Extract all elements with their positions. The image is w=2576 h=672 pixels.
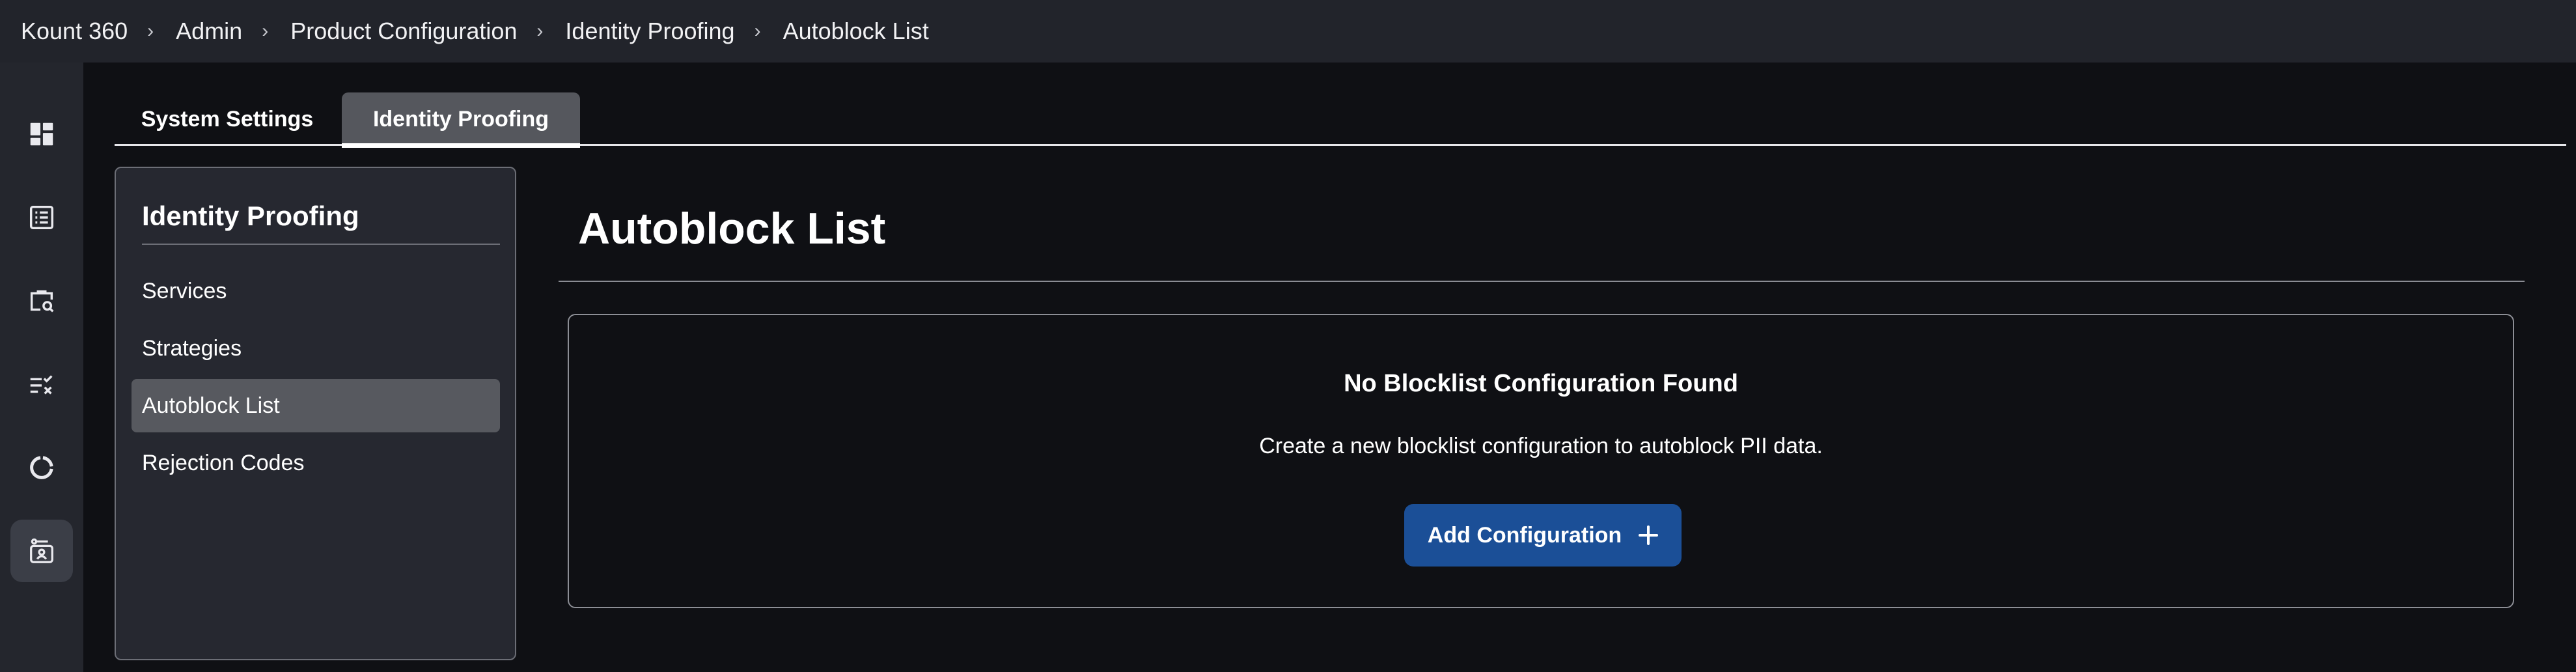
- rail-item-identity-proofing[interactable]: [10, 520, 73, 582]
- side-item-rejection-codes[interactable]: Rejection Codes: [132, 436, 500, 490]
- settings-tabs: System Settings Identity Proofing: [115, 92, 2566, 148]
- add-configuration-button[interactable]: Add Configuration: [1404, 504, 1682, 567]
- empty-state-description: Create a new blocklist configuration to …: [1259, 434, 1823, 458]
- breadcrumb-separator: ›: [147, 20, 154, 42]
- breadcrumb-item-autoblock-list: Autoblock List: [782, 18, 929, 44]
- tab-identity-proofing[interactable]: Identity Proofing: [342, 92, 580, 148]
- rail-item-progress[interactable]: [10, 436, 73, 499]
- side-panel: Identity Proofing Services Strategies Au…: [115, 167, 516, 660]
- side-item-services[interactable]: Services: [132, 264, 500, 318]
- breadcrumb-separator: ›: [754, 20, 761, 42]
- side-panel-title: Identity Proofing: [142, 201, 359, 231]
- title-divider: [559, 281, 2525, 282]
- progress-ring-icon: [30, 456, 53, 479]
- side-item-strategies[interactable]: Strategies: [132, 322, 500, 375]
- briefcase-search-icon: [30, 290, 54, 313]
- breadcrumb-item-kount-360[interactable]: Kount 360: [21, 18, 128, 45]
- breadcrumb-separator: ›: [262, 20, 269, 42]
- rules-icon: [30, 375, 53, 395]
- empty-state-title: No Blocklist Configuration Found: [1344, 370, 1738, 397]
- add-configuration-label: Add Configuration: [1427, 522, 1622, 548]
- page-title: Autoblock List: [578, 204, 886, 253]
- identity-proofing-icon: [30, 538, 53, 563]
- breadcrumb-item-admin[interactable]: Admin: [176, 18, 242, 45]
- rail-item-dashboard[interactable]: [10, 103, 73, 165]
- list-icon: [29, 205, 54, 230]
- side-panel-divider: [142, 244, 500, 245]
- nav-rail: [0, 63, 83, 672]
- dashboard-icon: [30, 122, 53, 146]
- side-item-autoblock-list[interactable]: Autoblock List: [132, 379, 500, 432]
- breadcrumb-item-identity-proofing[interactable]: Identity Proofing: [565, 18, 734, 45]
- tab-system-settings[interactable]: System Settings: [115, 92, 340, 146]
- rail-item-search-cases[interactable]: [10, 270, 73, 332]
- breadcrumb-separator: ›: [536, 20, 544, 42]
- breadcrumb-item-product-configuration[interactable]: Product Configuration: [290, 18, 517, 45]
- rail-item-list[interactable]: [10, 186, 73, 249]
- plus-icon: [1639, 525, 1659, 545]
- breadcrumb: Kount 360 › Admin › Product Configuratio…: [0, 0, 2576, 63]
- empty-state-card: No Blocklist Configuration Found Create …: [568, 314, 2514, 608]
- rail-item-rules[interactable]: [10, 353, 73, 415]
